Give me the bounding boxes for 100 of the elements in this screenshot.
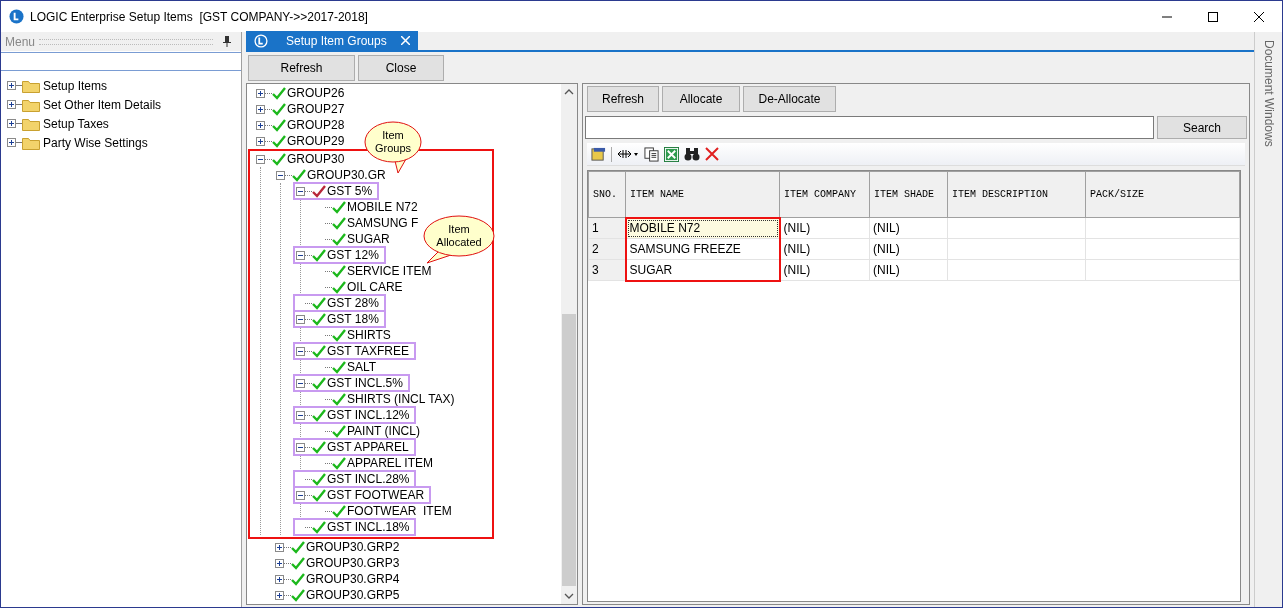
search-button[interactable]: Search — [1157, 116, 1247, 139]
tree-item[interactable]: GST 5% — [327, 182, 373, 200]
tree-item[interactable]: GROUP30.GR — [307, 166, 386, 184]
tab-label: Setup Item Groups — [286, 32, 387, 50]
column-header[interactable]: SNO. — [588, 171, 626, 218]
collapse-icon[interactable] — [296, 346, 305, 356]
row-number: 3 — [588, 259, 626, 281]
collapse-icon[interactable] — [296, 442, 305, 452]
tree-item[interactable]: GST INCL.5% — [327, 374, 403, 392]
tree-item[interactable]: FOOTWEAR ITEM — [347, 502, 452, 520]
expand-icon[interactable] — [275, 574, 284, 584]
tree-item[interactable]: APPAREL ITEM — [347, 454, 434, 472]
tree-item[interactable]: GROUP30.GRP3 — [306, 554, 400, 572]
copy-icon[interactable] — [644, 146, 659, 162]
collapse-icon[interactable] — [296, 186, 305, 196]
panel-button[interactable]: De-Allocate — [743, 86, 836, 112]
expand-icon[interactable] — [256, 104, 265, 114]
collapse-icon[interactable] — [296, 410, 305, 420]
folder-icon — [22, 135, 40, 150]
tree-item[interactable]: SAMSUNG F — [347, 214, 419, 232]
tree-item[interactable]: SHIRTS (INCL TAX) — [347, 390, 455, 408]
expand-icon[interactable] — [275, 558, 284, 568]
collapse-icon[interactable] — [276, 170, 285, 180]
tree-item[interactable]: GST INCL.12% — [327, 406, 410, 424]
column-width-icon[interactable] — [617, 149, 639, 159]
tree-item[interactable]: GST FOOTWEAR — [327, 486, 425, 504]
tree-item[interactable]: GST 28% — [327, 294, 379, 312]
table-cell[interactable]: SAMSUNG FREEZE — [625, 238, 780, 260]
tree-item[interactable]: GROUP26 — [287, 84, 345, 102]
tree-item[interactable]: GST TAXFREE — [327, 342, 410, 360]
tree-item[interactable]: GST 18% — [327, 310, 379, 328]
tree-item[interactable]: SHIRTS — [347, 326, 391, 344]
binoculars-icon[interactable] — [684, 147, 700, 161]
tree-item[interactable]: SALT — [347, 358, 377, 376]
table-cell[interactable]: SUGAR — [625, 259, 780, 281]
panel-button[interactable]: Allocate — [662, 86, 740, 112]
expand-icon[interactable] — [275, 590, 284, 600]
collapse-icon[interactable] — [296, 378, 305, 388]
menu-item[interactable]: Setup Items — [43, 76, 108, 95]
table-cell[interactable]: MOBILE N72 — [625, 217, 780, 239]
folder-icon — [22, 97, 40, 112]
tree-item[interactable]: SUGAR — [347, 230, 390, 248]
expand-icon[interactable] — [7, 119, 16, 128]
pin-icon[interactable] — [223, 36, 231, 47]
spreadsheet-icon[interactable] — [664, 146, 679, 162]
tree-item[interactable]: GROUP28 — [287, 116, 345, 134]
close-icon[interactable] — [1254, 11, 1264, 22]
column-header[interactable]: ITEM NAME — [625, 171, 780, 218]
callout-tooltip — [423, 215, 495, 264]
expand-icon[interactable] — [256, 88, 265, 98]
tree-item[interactable]: MOBILE N72 — [347, 198, 418, 216]
tree-item[interactable]: OIL CARE — [347, 278, 403, 296]
menu-item[interactable]: Party Wise Settings — [43, 133, 148, 152]
collapse-icon[interactable] — [296, 314, 305, 324]
table-cell: (NIL) — [869, 238, 948, 260]
folder-icon — [22, 116, 40, 131]
collapse-icon[interactable] — [296, 490, 305, 500]
collapse-icon[interactable] — [256, 154, 265, 164]
tree-item[interactable]: GST INCL.28% — [327, 470, 410, 488]
delete-icon[interactable] — [705, 147, 719, 161]
menu-search-field[interactable] — [1, 52, 241, 71]
tree-item[interactable]: GROUP30.GRP5 — [306, 586, 400, 604]
menu-item[interactable]: Setup Taxes — [43, 114, 109, 133]
expand-icon[interactable] — [256, 136, 265, 146]
expand-icon[interactable] — [256, 120, 265, 130]
table-cell: (NIL) — [779, 259, 870, 281]
column-header[interactable]: PACK/SIZE — [1085, 171, 1240, 218]
expand-icon[interactable] — [7, 81, 16, 90]
search-field[interactable] — [585, 116, 1154, 139]
tree-item[interactable]: PAINT (INCL) — [347, 422, 420, 440]
side-panel-label[interactable]: Document Windows — [1259, 40, 1278, 148]
tree-item[interactable]: GST 12% — [327, 246, 379, 264]
row-number: 2 — [588, 238, 626, 260]
tree-item[interactable]: GROUP30.GRP4 — [306, 570, 400, 588]
tree-item[interactable]: GROUP27 — [287, 100, 345, 118]
column-header[interactable]: ITEM SHADE — [869, 171, 948, 218]
tree-item[interactable]: GROUP30.GRP2 — [306, 538, 400, 556]
toolbar-button[interactable]: Close — [358, 55, 444, 81]
callout-text: Item Allocated — [435, 223, 483, 249]
menu-item[interactable]: Set Other Item Details — [43, 95, 162, 114]
tree-item[interactable]: GST APPAREL — [327, 438, 409, 456]
form-icon[interactable] — [591, 146, 606, 162]
panel-button[interactable]: Refresh — [587, 86, 659, 112]
app-logo-icon — [254, 33, 268, 48]
collapse-icon[interactable] — [296, 250, 305, 260]
expand-icon[interactable] — [7, 100, 16, 109]
maximize-icon[interactable] — [1208, 11, 1218, 22]
expand-icon[interactable] — [7, 138, 16, 147]
toolbar-button[interactable]: Refresh — [248, 55, 355, 81]
column-header[interactable]: ITEM COMPANY — [779, 171, 870, 218]
scrollbar-thumb[interactable] — [562, 314, 576, 586]
document-tab[interactable]: Setup Item Groups — [246, 31, 418, 50]
tree-item[interactable]: GROUP29 — [287, 132, 345, 150]
expand-icon[interactable] — [275, 542, 284, 552]
tree-item[interactable]: GROUP30 — [287, 150, 345, 168]
table-cell: (NIL) — [869, 259, 948, 281]
column-header[interactable]: ITEM DESCRIPTION — [947, 171, 1086, 218]
tree-item[interactable]: SERVICE ITEM — [347, 262, 432, 280]
row-number: 1 — [588, 217, 626, 239]
tree-item[interactable]: GST INCL.18% — [327, 518, 410, 536]
